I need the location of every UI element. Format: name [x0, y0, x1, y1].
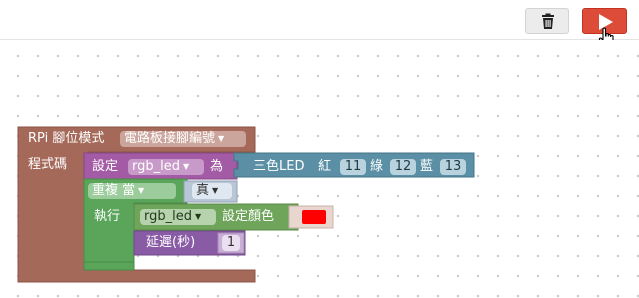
chevron-down-icon: ▼: [212, 186, 219, 195]
blue-pin-field[interactable]: 13: [440, 159, 466, 175]
color-variable-name: rgb_led: [144, 209, 192, 224]
chevron-down-icon: ▼: [194, 212, 202, 221]
rgb-led-label: 三色LED: [253, 159, 305, 174]
blockly-workspace[interactable]: RPi 腳位模式 電路板接腳編號 ▼ 程式碼 設定 rgb_led ▼ 為 三色LE…: [0, 40, 639, 298]
green-pin-value: 12: [394, 159, 412, 174]
green-label: 綠: [370, 159, 384, 174]
trash-icon: [542, 13, 554, 29]
red-pin-value: 11: [344, 159, 362, 174]
rpi-pin-mode-label: RPi 腳位模式: [28, 131, 105, 146]
variable-dropdown[interactable]: rgb_led ▼: [128, 159, 204, 175]
delay-value-field[interactable]: 1: [222, 235, 240, 251]
do-label: 執行: [94, 209, 121, 224]
chevron-down-icon: ▼: [182, 162, 190, 171]
color-swatch[interactable]: [302, 210, 326, 224]
set-color-label: 設定顏色: [222, 209, 275, 224]
code-label: 程式碼: [28, 157, 68, 172]
repeat-mode-value: 當: [122, 183, 136, 198]
green-pin-field[interactable]: 12: [390, 159, 416, 175]
condition-dropdown[interactable]: 真 ▼: [192, 183, 232, 199]
pin-numbering-value: 電路板接腳編號: [124, 131, 216, 146]
pin-numbering-dropdown[interactable]: 電路板接腳編號 ▼: [120, 131, 246, 147]
blue-label: 藍: [420, 159, 434, 174]
red-label: 紅: [318, 159, 332, 174]
condition-value: 真: [196, 183, 210, 198]
set-label: 設定: [92, 159, 119, 174]
delay-value: 1: [226, 235, 236, 250]
delay-label: 延遲(秒): [146, 235, 196, 250]
toolbar: [0, 0, 639, 48]
variable-name: rgb_led: [132, 159, 180, 174]
red-pin-field[interactable]: 11: [340, 159, 366, 175]
chevron-down-icon: ▼: [138, 186, 145, 195]
color-variable-dropdown[interactable]: rgb_led ▼: [140, 209, 216, 225]
to-label: 為: [210, 159, 224, 174]
clear-workspace-button[interactable]: [525, 8, 569, 34]
blue-pin-value: 13: [444, 159, 462, 174]
chevron-down-icon: ▼: [218, 134, 225, 143]
repeat-mode-dropdown[interactable]: 重複當 ▼: [88, 183, 176, 199]
repeat-label: 重複: [92, 183, 119, 198]
